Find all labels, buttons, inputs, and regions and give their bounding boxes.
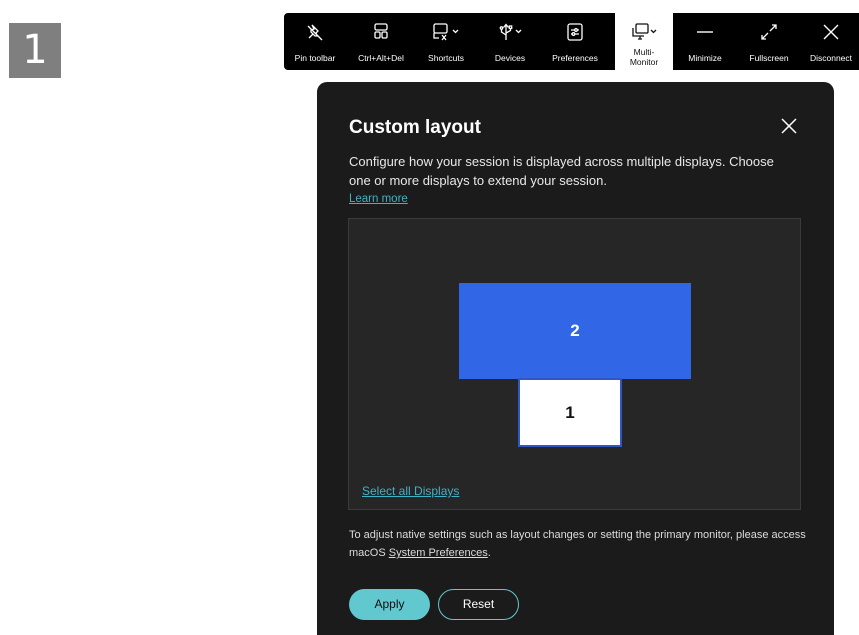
devices-label: Devices (494, 53, 526, 63)
session-toolbar: Pin toolbar Ctrl+Alt+Del Shortcuts Devic… (284, 13, 859, 70)
reset-button[interactable]: Reset (438, 589, 519, 620)
disconnect-label: Disconnect (809, 53, 853, 63)
dialog-description: Configure how your session is displayed … (349, 154, 774, 188)
pin-toolbar-label: Pin toolbar (294, 53, 336, 63)
disconnect-button[interactable]: Disconnect (803, 13, 859, 70)
shortcuts-button[interactable]: Shortcuts (416, 13, 476, 70)
fullscreen-button[interactable]: Fullscreen (740, 13, 798, 70)
minimize-label: Minimize (688, 53, 722, 63)
preferences-button[interactable]: Preferences (544, 13, 606, 70)
devices-button[interactable]: Devices (476, 13, 544, 70)
minimize-icon (680, 21, 730, 43)
usb-icon (476, 21, 544, 43)
pin-toolbar-button[interactable]: Pin toolbar (284, 13, 346, 70)
monitor-1-tile[interactable]: 1 (518, 378, 622, 447)
monitor-2-tile[interactable]: 2 (459, 283, 691, 379)
multi-monitor-button[interactable]: Multi- Monitor (615, 13, 673, 70)
select-all-displays-link[interactable]: Select all Displays (362, 484, 459, 498)
ctrl-alt-del-button[interactable]: Ctrl+Alt+Del (346, 13, 416, 70)
multi-monitor-icon (615, 21, 673, 43)
learn-more-link[interactable]: Learn more (349, 193, 408, 205)
shortcuts-icon (416, 21, 476, 43)
step-number-badge: 1 (9, 23, 61, 78)
ctrl-alt-del-label: Ctrl+Alt+Del (358, 53, 404, 63)
fullscreen-icon (740, 21, 798, 43)
preferences-label: Preferences (552, 53, 598, 63)
native-settings-note: To adjust native settings such as layout… (349, 526, 809, 562)
preferences-icon (544, 21, 606, 43)
system-preferences-link[interactable]: System Preferences (389, 547, 488, 559)
close-icon (803, 21, 859, 43)
custom-layout-dialog: Custom layout Configure how your session… (317, 82, 834, 635)
apply-button[interactable]: Apply (349, 589, 430, 620)
shortcuts-label: Shortcuts (428, 53, 464, 63)
keyboard-keys-icon (346, 21, 416, 43)
pin-icon (284, 21, 346, 43)
multi-monitor-label-line1: Multi- (633, 47, 655, 57)
close-icon (781, 118, 797, 134)
multi-monitor-label-line2: Monitor (629, 57, 659, 67)
native-note-suffix: . (487, 547, 491, 559)
minimize-button[interactable]: Minimize (680, 13, 730, 70)
multi-monitor-label: Multi- Monitor (615, 47, 673, 67)
dialog-title: Custom layout (349, 117, 481, 138)
monitor-layout-panel: 2 1 Select all Displays (348, 218, 801, 510)
dialog-close-button[interactable] (779, 116, 799, 136)
fullscreen-label: Fullscreen (749, 53, 789, 63)
